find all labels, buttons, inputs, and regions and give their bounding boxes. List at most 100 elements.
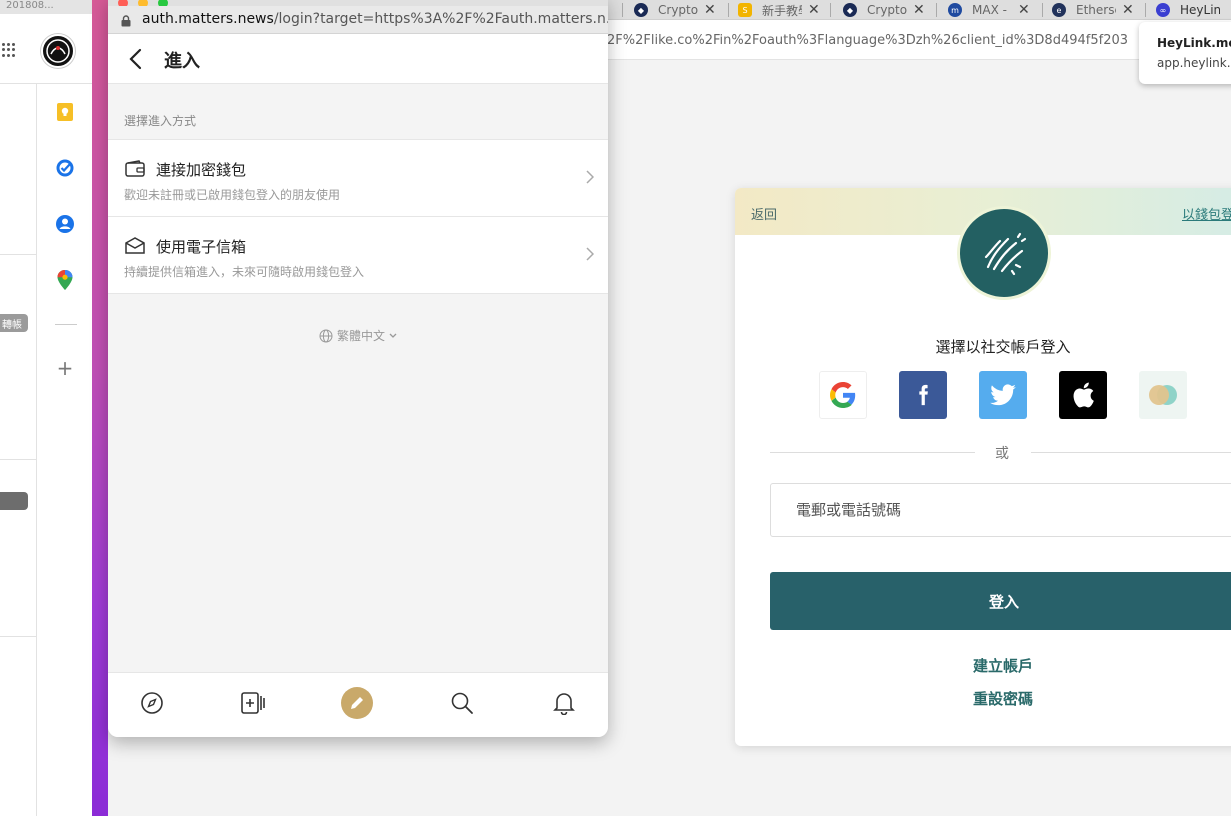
liker-land-login-button[interactable] — [1139, 371, 1187, 419]
social-login-title: 選擇以社交帳戶登入 — [935, 338, 1071, 356]
tooltip-title: HeyLink.me — [1157, 36, 1231, 50]
back-chevron-icon[interactable] — [128, 48, 142, 70]
compose-icon[interactable] — [341, 687, 373, 719]
tab-separator — [728, 3, 729, 17]
divider — [0, 459, 37, 460]
divider — [108, 293, 608, 294]
tab-separator — [830, 3, 831, 17]
close-icon[interactable]: ✕ — [1122, 2, 1134, 18]
background-address-bar[interactable]: 2F%2Flike.co%2Fin%2Foauth%3Flanguage%3Dz… — [600, 20, 1231, 60]
option-title: 連接加密錢包 — [156, 161, 247, 179]
tab-label: MAX - — [972, 3, 1007, 17]
apps-grid-icon[interactable] — [2, 43, 16, 57]
divider-line — [1031, 452, 1231, 453]
apple-icon — [1073, 382, 1094, 408]
crypto-com-icon: ◆ — [843, 3, 857, 17]
maps-icon[interactable] — [55, 270, 75, 290]
crypto-com-icon: ◆ — [634, 3, 648, 17]
matters-login-popup: auth.matters.news/login?target=https%3A%… — [108, 0, 608, 737]
plus-icon[interactable]: + — [54, 356, 76, 380]
discover-icon[interactable] — [139, 690, 165, 716]
divider — [0, 636, 37, 637]
language-label: 繁體中文 — [336, 329, 385, 343]
globe-icon — [319, 329, 333, 342]
etherscan-icon: e — [1052, 3, 1066, 17]
left-window-content — [0, 84, 37, 816]
tab-label: Etherscan — [1076, 3, 1116, 17]
close-icon[interactable]: ✕ — [808, 2, 820, 18]
search-icon[interactable] — [449, 690, 475, 716]
tab-label: HeyLink — [1180, 3, 1220, 17]
max-icon: m — [948, 3, 962, 17]
popup-url: auth.matters.news/login?target=https%3A%… — [142, 11, 608, 27]
wallet-icon — [125, 160, 145, 177]
facebook-icon — [919, 384, 928, 406]
desktop-wallpaper — [92, 0, 108, 816]
twitter-login-button[interactable] — [979, 371, 1027, 419]
tab-tutorial[interactable]: S 新手教學 ✕ — [738, 0, 820, 20]
url-domain: auth.matters.news — [142, 11, 274, 27]
option-subtitle: 持續提供信箱進入，未來可隨時啟用錢包登入 — [124, 265, 365, 279]
follow-icon[interactable] — [240, 690, 266, 716]
back-link[interactable]: 返回 — [751, 204, 777, 223]
heylink-icon: ∞ — [1156, 3, 1170, 17]
or-text: 或 — [995, 446, 1009, 462]
tab-label: 新手教學 — [762, 3, 802, 18]
google-icon — [830, 382, 856, 408]
or-divider: 或 — [770, 442, 1231, 462]
tab-tooltip: HeyLink.me app.heylink.me — [1139, 22, 1231, 84]
left-window-tab[interactable]: 201808... — [0, 0, 92, 14]
connect-wallet-option[interactable]: 連接加密錢包 歡迎未註冊或已啟用錢包登入的朋友使用 — [108, 139, 608, 216]
close-icon[interactable]: ✕ — [704, 2, 716, 18]
left-tag: 轉帳 — [0, 314, 28, 332]
bell-icon[interactable] — [551, 690, 577, 716]
option-subtitle: 歡迎未註冊或已啟用錢包登入的朋友使用 — [124, 188, 341, 202]
tab-heylink[interactable]: ∞ HeyLink — [1156, 0, 1220, 20]
google-login-button[interactable] — [819, 371, 867, 419]
avatar[interactable] — [41, 34, 75, 68]
liker-logo-icon — [957, 206, 1051, 300]
tab-separator — [1145, 3, 1146, 17]
lock-icon — [121, 15, 131, 27]
section-label: 選擇進入方式 — [124, 114, 197, 128]
email-or-phone-input[interactable] — [770, 483, 1231, 537]
tasks-icon[interactable] — [55, 158, 75, 178]
liker-land-icon — [1149, 385, 1177, 405]
url-path: /login?target=https%3A%2F%2Fauth.matters… — [273, 11, 608, 27]
twitter-icon — [990, 384, 1016, 406]
apple-login-button[interactable] — [1059, 371, 1107, 419]
login-button[interactable]: 登入 — [770, 572, 1231, 630]
wallet-login-link[interactable]: 以錢包登入 — [1182, 204, 1231, 223]
chevron-right-icon — [586, 170, 594, 184]
tooltip-domain: app.heylink.me — [1157, 56, 1231, 70]
tab-label: Crypto — [658, 3, 698, 17]
email-login-option[interactable]: 使用電子信箱 持續提供信箱進入，未來可隨時啟用錢包登入 — [108, 216, 608, 293]
popup-address-bar[interactable]: auth.matters.news/login?target=https%3A%… — [108, 6, 608, 34]
tab-separator — [936, 3, 937, 17]
facebook-login-button[interactable] — [899, 371, 947, 419]
tab-separator — [1042, 3, 1043, 17]
left-window-toolbar — [0, 14, 92, 84]
tab-max[interactable]: m MAX - ✕ — [948, 0, 1030, 20]
left-bar — [0, 492, 28, 510]
language-switcher[interactable]: 繁體中文 — [108, 327, 608, 344]
sparkle-icon: S — [738, 3, 752, 17]
side-panel-rail: + — [37, 84, 92, 816]
tab-crypto-1[interactable]: ◆ Crypto ✕ — [634, 0, 716, 20]
background-url: 2F%2Flike.co%2Fin%2Foauth%3Flanguage%3Dz… — [607, 33, 1129, 48]
divider-line — [770, 452, 975, 453]
contacts-icon[interactable] — [55, 214, 75, 234]
social-login-card: 返回 以錢包登入 選擇以社交帳戶登入 — [735, 188, 1231, 746]
reset-password-link[interactable]: 重設密碼 — [735, 688, 1231, 709]
chevron-right-icon — [586, 247, 594, 261]
close-icon[interactable]: ✕ — [1018, 2, 1030, 18]
envelope-icon — [125, 237, 145, 254]
keep-icon[interactable] — [55, 102, 75, 122]
background-tab-bar: ◆ Crypto ✕ S 新手教學 ✕ ◆ Crypto ✕ m MAX - ✕… — [600, 0, 1231, 20]
tab-separator — [622, 3, 623, 17]
tab-crypto-2[interactable]: ◆ Crypto ✕ — [843, 0, 925, 20]
create-account-link[interactable]: 建立帳戶 — [735, 655, 1231, 676]
tab-label: Crypto — [867, 3, 907, 17]
close-icon[interactable]: ✕ — [913, 2, 925, 18]
tab-etherscan[interactable]: e Etherscan ✕ — [1052, 0, 1134, 20]
